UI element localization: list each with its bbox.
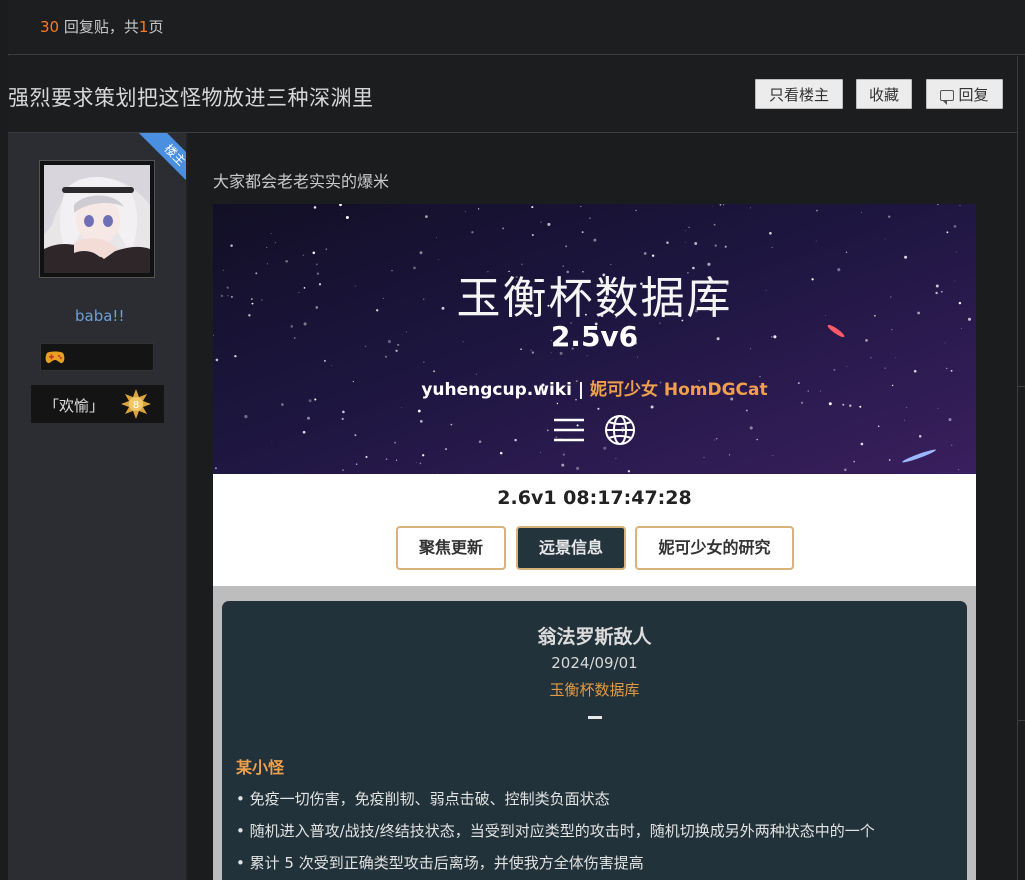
tab-far-info: 远景信息 (516, 526, 626, 570)
countdown-timer: 2.6v1 08:17:47:28 (497, 487, 692, 509)
card-source: 玉衡杯数据库 (549, 681, 640, 699)
right-tick (1017, 386, 1025, 387)
globe-icon (605, 415, 635, 445)
credit-separator: | (571, 380, 590, 400)
post-text: 大家都会老老实实的爆米 (213, 172, 390, 191)
medal-label: 「欢愉」 (44, 397, 105, 415)
credit-site: yuhengcup.wiki (421, 380, 572, 400)
bullet-item: • 累计 5 次受到正确类型攻击后离场，并使我方全体伤害提高 (236, 854, 644, 872)
reply-count-info: 30 回复贴，共1页 (40, 16, 163, 37)
tab-focus-update: 聚焦更新 (396, 526, 506, 570)
card-date: 2024/09/01 (551, 654, 638, 672)
avatar[interactable] (44, 165, 150, 273)
section-heading: 某小怪 (236, 758, 285, 777)
db-icons (553, 414, 643, 446)
gamepad-icon (45, 351, 65, 364)
card-title: 翁法罗斯敌人 (537, 626, 652, 648)
reply-button-label: 回复 (958, 86, 989, 104)
thread-title: 强烈要求策划把这怪物放进三种深渊里 (8, 86, 374, 110)
reply-icon (940, 90, 955, 105)
bullet-item: • 免疫一切伤害，免疫削韧、弱点击破、控制类负面状态 (236, 790, 610, 808)
only-op-button[interactable]: 只看楼主 (755, 79, 843, 109)
avatar-image (44, 165, 150, 273)
author-column-divider (186, 133, 188, 880)
bullet-item: • 随机进入普攻/战技/终结技状态，当受到对应类型的攻击时，随机切换成另外两种状… (236, 822, 875, 840)
game-badge (40, 343, 154, 371)
medal-level: 8 (133, 400, 139, 411)
db-title: 玉衡杯数据库 (456, 273, 733, 324)
username[interactable]: baba!! (75, 307, 124, 325)
page-suffix: 页 (148, 18, 164, 36)
credit-author: 妮可少女 HomDGCat (589, 380, 768, 400)
reply-button[interactable]: 回复 (926, 79, 1003, 109)
favorite-button[interactable]: 收藏 (856, 79, 912, 109)
db-version: 2.5v6 (550, 320, 639, 353)
card-divider (588, 716, 602, 719)
reply-text: 回复贴，共 (63, 18, 139, 36)
menu-icon (554, 418, 584, 442)
right-rule (1017, 56, 1018, 880)
page-count: 1 (138, 18, 149, 36)
post-image[interactable]: 玉衡杯数据库 2.5v6 yuhengcup.wiki | 妮可少女 HomDG… (213, 204, 976, 880)
tab-research: 妮可少女的研究 (635, 526, 794, 570)
reply-count: 30 (40, 18, 60, 36)
right-tick (1017, 720, 1025, 721)
db-credit: yuhengcup.wiki | 妮可少女 HomDGCat (213, 375, 976, 400)
medal-icon: 8 (120, 388, 152, 420)
